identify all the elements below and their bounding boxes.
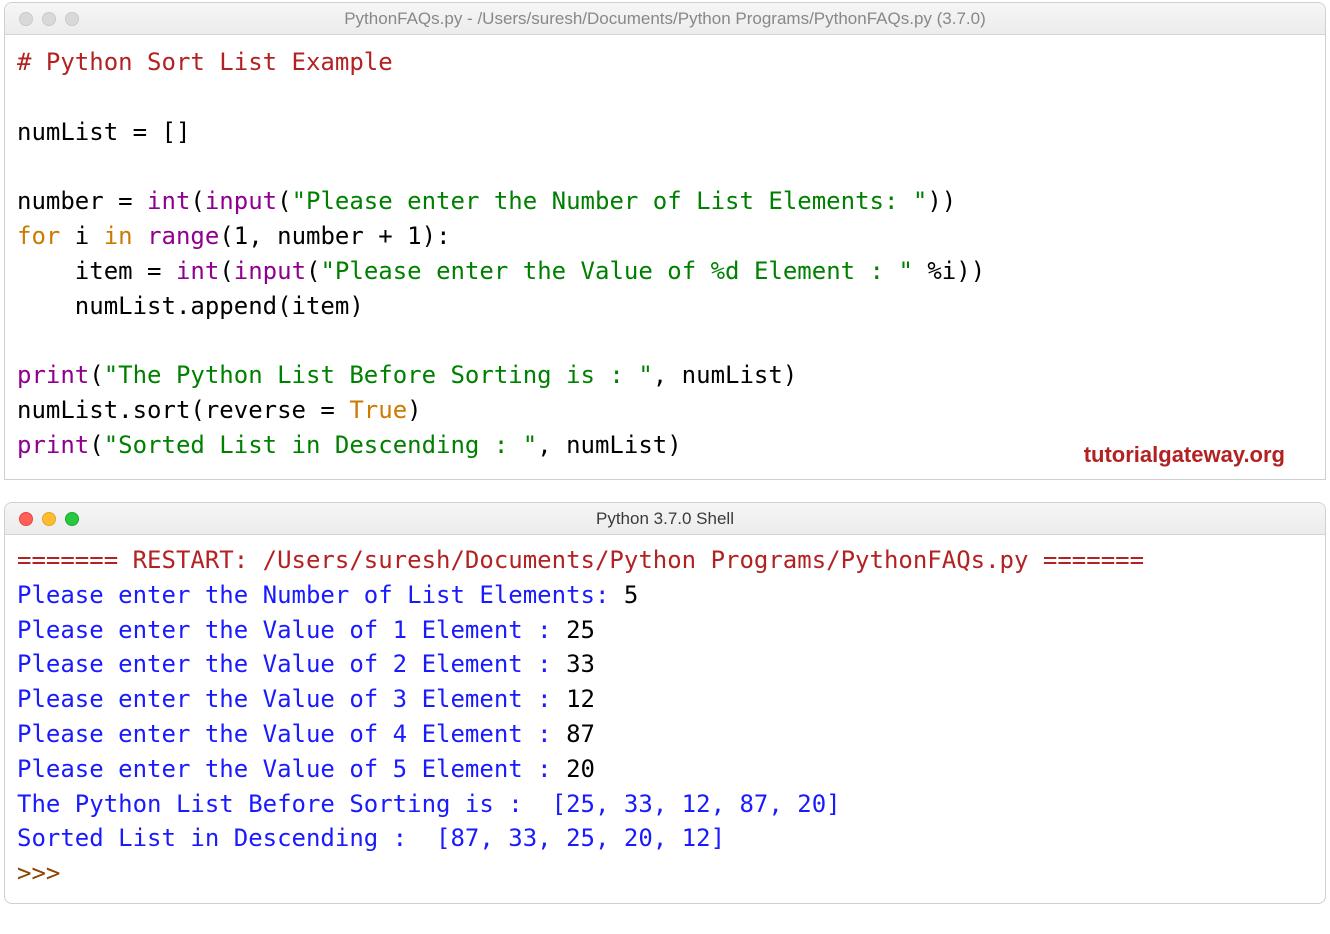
code-text: numList.append(item) <box>17 292 364 320</box>
minimize-icon[interactable] <box>42 512 56 526</box>
code-keyword: for <box>17 222 60 250</box>
code-keyword: True <box>349 396 407 424</box>
code-builtin: int <box>176 257 219 285</box>
code-text: ( <box>306 257 320 285</box>
editor-window: PythonFAQs.py - /Users/suresh/Documents/… <box>4 2 1326 480</box>
minimize-icon[interactable] <box>42 12 56 26</box>
shell-input-value: 12 <box>566 685 595 713</box>
code-text: ( <box>190 187 204 215</box>
code-text: , numList) <box>653 361 798 389</box>
code-builtin: range <box>147 222 219 250</box>
code-text: (1, number + 1): <box>219 222 450 250</box>
editor-code-area[interactable]: # Python Sort List Example numList = [] … <box>5 35 1325 479</box>
zoom-icon[interactable] <box>65 12 79 26</box>
code-string: "Sorted List in Descending : " <box>104 431 537 459</box>
shell-input-value: 20 <box>566 755 595 783</box>
code-builtin: print <box>17 361 89 389</box>
code-builtin: print <box>17 431 89 459</box>
shell-traffic-lights <box>5 512 79 526</box>
shell-prompt: Please enter the Value of 4 Element : <box>17 720 566 748</box>
shell-titlebar: Python 3.7.0 Shell <box>5 503 1325 535</box>
shell-input-value: 33 <box>566 650 595 678</box>
code-text: ) <box>407 396 421 424</box>
code-text: ( <box>89 361 103 389</box>
shell-title: Python 3.7.0 Shell <box>5 509 1325 529</box>
code-string: "Please enter the Value of %d Element : … <box>320 257 912 285</box>
editor-traffic-lights <box>5 12 79 26</box>
shell-prompt: Please enter the Value of 3 Element : <box>17 685 566 713</box>
code-text: ( <box>219 257 233 285</box>
code-text: ( <box>277 187 291 215</box>
code-text: number = <box>17 187 147 215</box>
shell-output-area[interactable]: ======= RESTART: /Users/suresh/Documents… <box>5 535 1325 903</box>
shell-input-value: 5 <box>624 581 638 609</box>
shell-input-value: 87 <box>566 720 595 748</box>
shell-window: Python 3.7.0 Shell ======= RESTART: /Use… <box>4 502 1326 904</box>
code-text: ( <box>89 431 103 459</box>
code-builtin: input <box>205 187 277 215</box>
shell-prompt: Please enter the Value of 2 Element : <box>17 650 566 678</box>
code-comment: # Python Sort List Example <box>17 48 393 76</box>
code-text: )) <box>927 187 956 215</box>
code-text: numList.sort(reverse = <box>17 396 349 424</box>
close-icon[interactable] <box>19 12 33 26</box>
shell-output-line: The Python List Before Sorting is : [25,… <box>17 790 841 818</box>
shell-prompt: Please enter the Value of 5 Element : <box>17 755 566 783</box>
code-text: i <box>60 222 103 250</box>
shell-restart-line: ======= RESTART: /Users/suresh/Documents… <box>17 546 1144 574</box>
code-text: %i)) <box>913 257 985 285</box>
code-keyword: in <box>104 222 133 250</box>
editor-titlebar: PythonFAQs.py - /Users/suresh/Documents/… <box>5 3 1325 35</box>
code-string: "Please enter the Number of List Element… <box>292 187 928 215</box>
code-text: numList = [] <box>17 118 190 146</box>
code-text <box>133 222 147 250</box>
shell-output-line: Sorted List in Descending : [87, 33, 25,… <box>17 824 725 852</box>
shell-prompt: Please enter the Value of 1 Element : <box>17 616 566 644</box>
shell-repl-prompt: >>> <box>17 859 75 887</box>
code-string: "The Python List Before Sorting is : " <box>104 361 653 389</box>
shell-prompt: Please enter the Number of List Elements… <box>17 581 624 609</box>
code-text: item = <box>17 257 176 285</box>
code-text: , numList) <box>537 431 682 459</box>
code-builtin: int <box>147 187 190 215</box>
shell-input-value: 25 <box>566 616 595 644</box>
code-builtin: input <box>234 257 306 285</box>
zoom-icon[interactable] <box>65 512 79 526</box>
editor-title: PythonFAQs.py - /Users/suresh/Documents/… <box>5 9 1325 29</box>
watermark: tutorialgateway.org <box>1084 439 1285 471</box>
close-icon[interactable] <box>19 512 33 526</box>
